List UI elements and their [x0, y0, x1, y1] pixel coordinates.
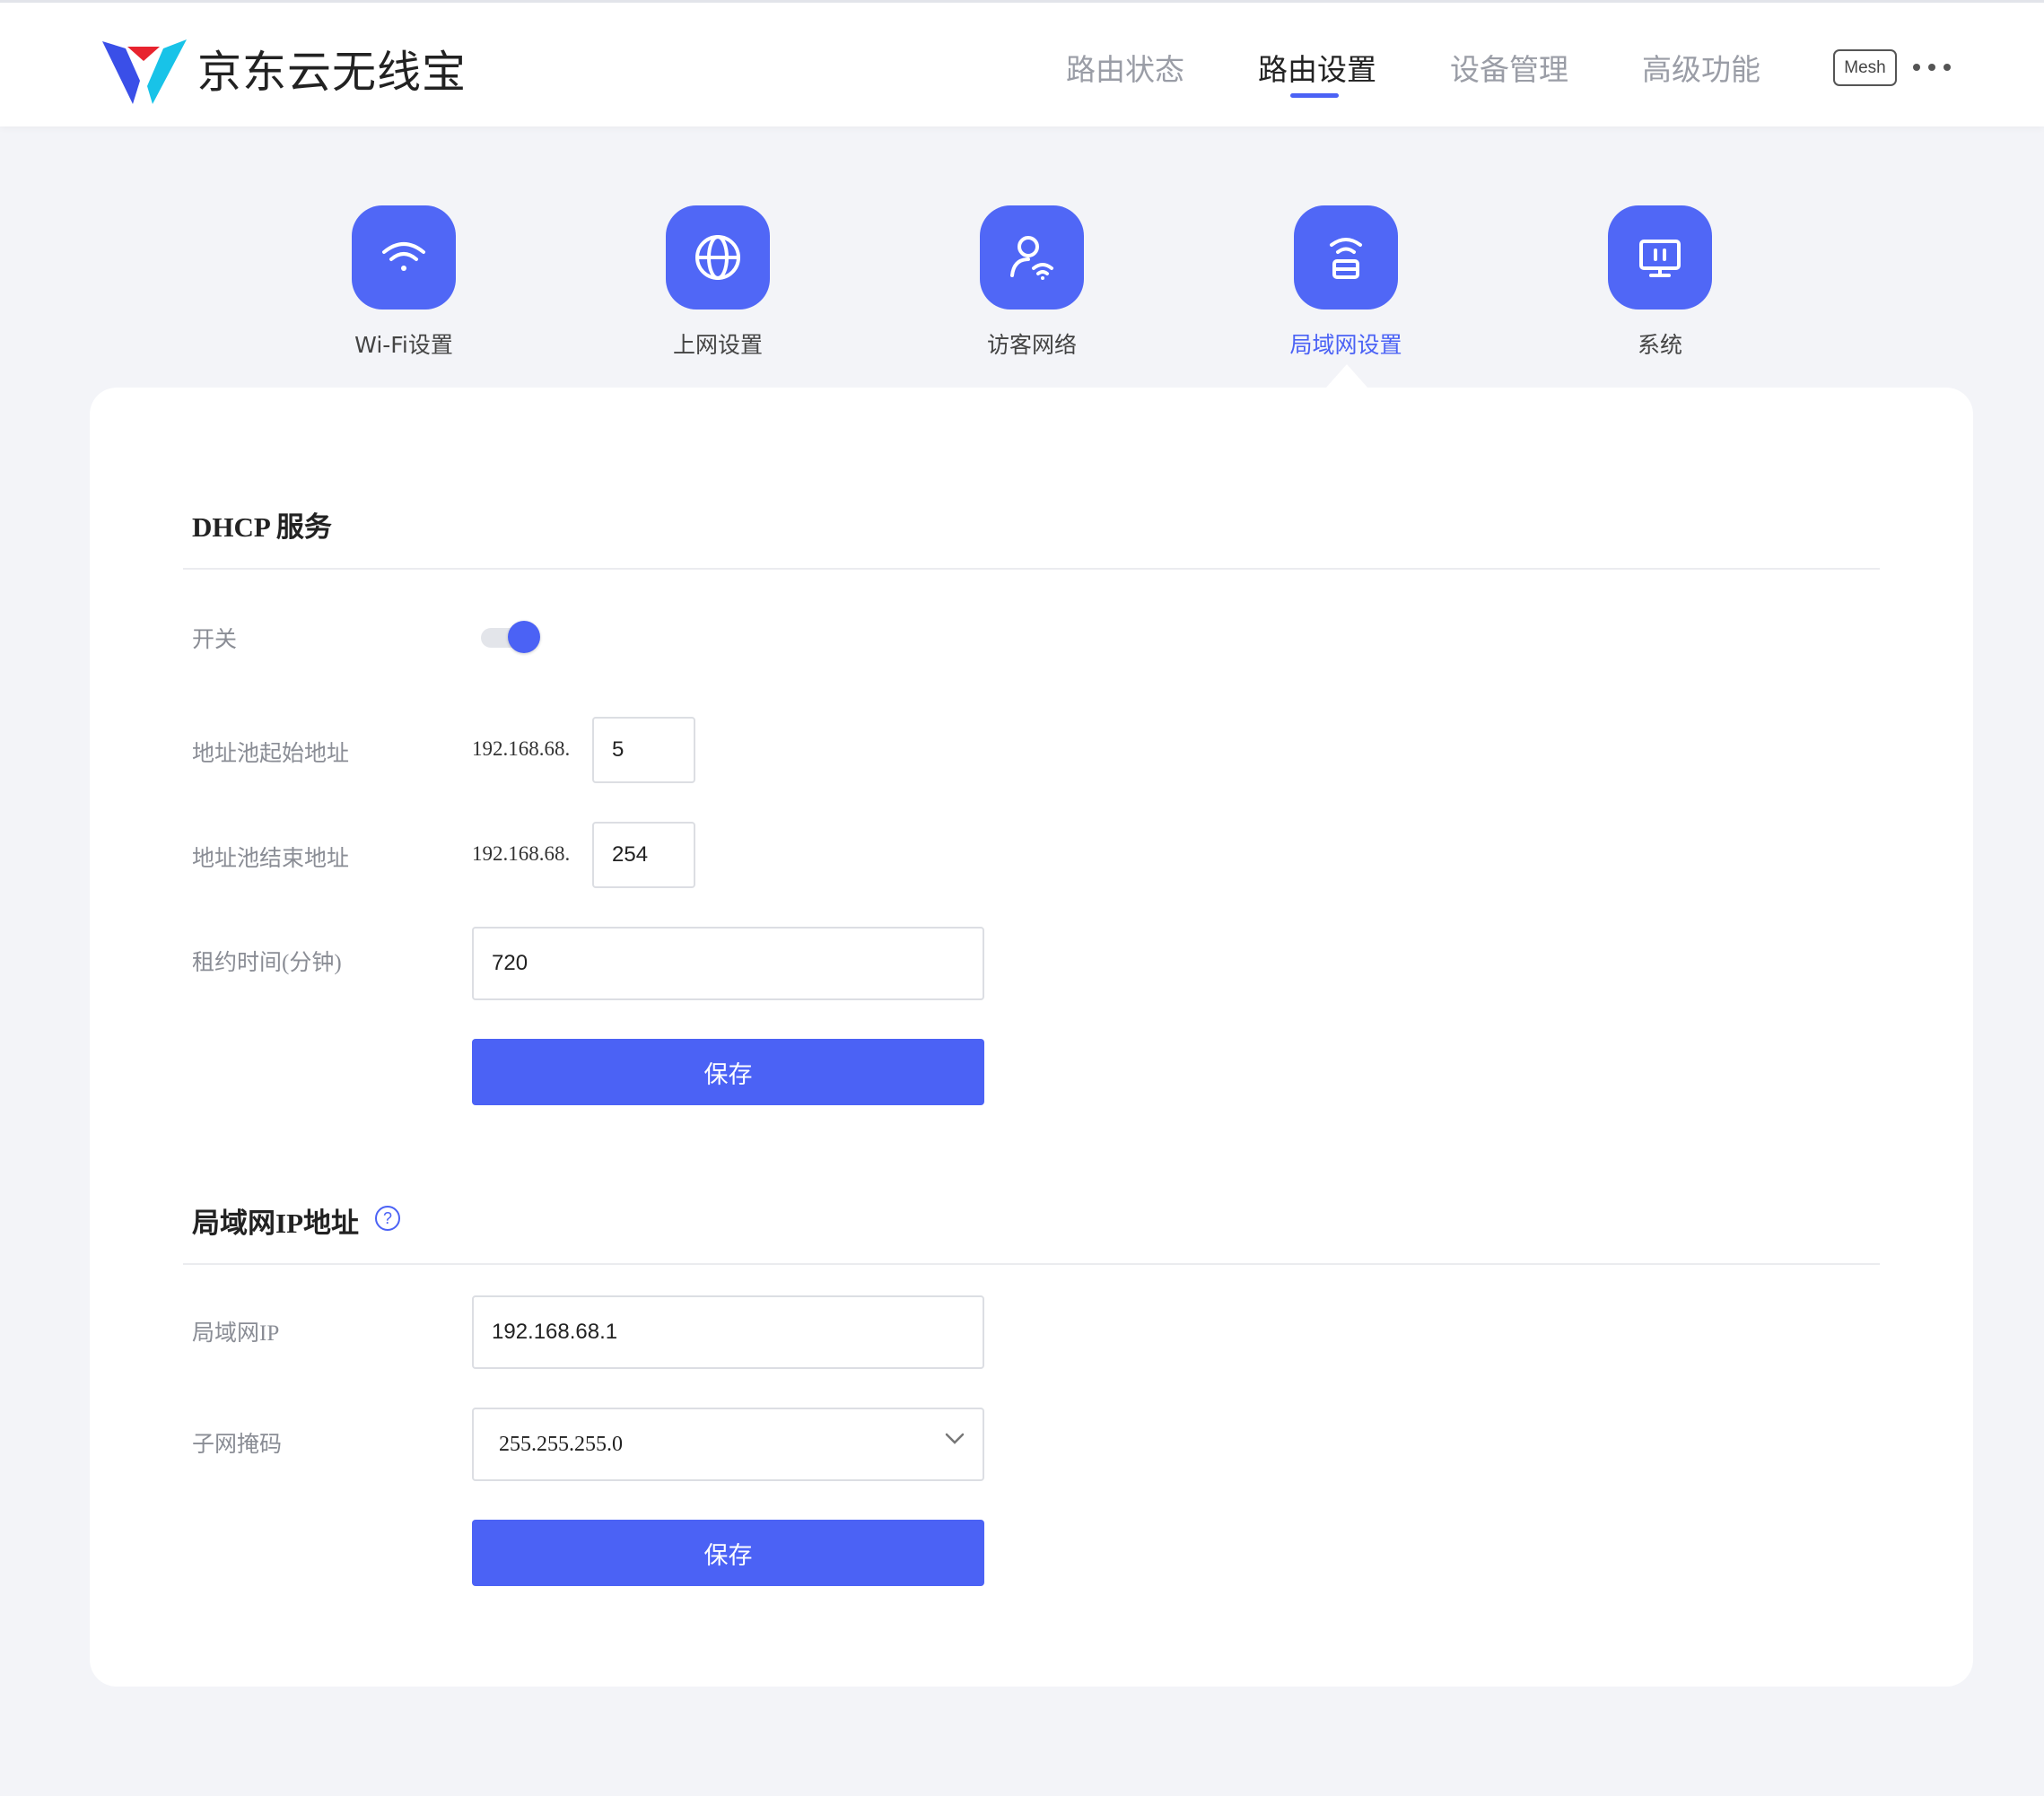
pool-end-label: 地址池结束地址	[192, 847, 350, 871]
category-label: 系统	[1637, 332, 1682, 358]
pool-start-prefix: 192.168.68.	[472, 737, 571, 760]
lease-time-label: 租约时间(分钟)	[192, 951, 342, 975]
category-label: 访客网络	[986, 332, 1077, 358]
dhcp-save-button[interactable]: 保存	[472, 1039, 984, 1105]
active-category-pointer	[1325, 364, 1368, 388]
top-header: 京东云无线宝 路由状态 路由设置 设备管理 高级功能 Mesh	[0, 0, 2044, 126]
category-label: 上网设置	[672, 332, 763, 358]
lan-ip-label: 局域网IP	[192, 1321, 280, 1346]
lan-section-title: 局域网IP地址	[192, 1208, 359, 1239]
nav-router-settings[interactable]: 路由设置	[1258, 46, 1376, 89]
category-internet-settings[interactable]: 上网设置	[628, 205, 808, 360]
section-divider	[183, 568, 1880, 570]
category-system[interactable]: 系统	[1570, 205, 1750, 360]
mesh-button[interactable]: Mesh	[1833, 49, 1897, 86]
dhcp-section-title: DHCP 服务	[192, 511, 332, 543]
subnet-mask-select[interactable]: 255.255.255.0	[472, 1408, 984, 1481]
monitor-icon	[1608, 205, 1712, 310]
subnet-mask-label: 子网掩码	[192, 1433, 283, 1457]
pool-end-prefix: 192.168.68.	[472, 842, 571, 865]
lan-ip-input[interactable]: 192.168.68.1	[472, 1295, 984, 1369]
pool-start-input[interactable]: 5	[592, 717, 695, 783]
pool-start-label: 地址池起始地址	[192, 742, 350, 766]
category-lan-settings[interactable]: 局域网设置	[1256, 205, 1436, 360]
globe-icon	[666, 205, 770, 310]
lan-save-button[interactable]: 保存	[472, 1520, 984, 1586]
jdcloud-logo-icon	[102, 39, 187, 104]
lease-time-input[interactable]: 720	[472, 927, 984, 1000]
dhcp-switch-toggle[interactable]	[481, 619, 542, 655]
category-guest-network[interactable]: 访客网络	[942, 205, 1122, 360]
brand-name: 京东云无线宝	[197, 47, 467, 98]
help-circle-icon[interactable]: ?	[375, 1206, 400, 1231]
pool-end-input[interactable]: 254	[592, 822, 695, 888]
dhcp-switch-label: 开关	[192, 628, 238, 652]
subnet-mask-value: 255.255.255.0	[499, 1432, 623, 1456]
category-label: Wi-Fi设置	[354, 332, 453, 358]
nav-advanced-features[interactable]: 高级功能	[1642, 46, 1760, 89]
nav-device-management[interactable]: 设备管理	[1450, 46, 1568, 89]
settings-card: DHCP 服务 开关 地址池起始地址 192.168.68. 5 地址池结束地址…	[90, 388, 1973, 1687]
guest-user-icon	[980, 205, 1084, 310]
wifi-icon	[352, 205, 456, 310]
router-icon	[1294, 205, 1398, 310]
category-wifi-settings[interactable]: Wi-Fi设置	[314, 205, 494, 360]
more-menu-icon[interactable]	[1913, 49, 1951, 85]
nav-active-indicator	[1290, 93, 1339, 98]
chevron-down-icon	[945, 1433, 965, 1444]
category-label: 局域网设置	[1289, 332, 1402, 358]
nav-router-status[interactable]: 路由状态	[1066, 46, 1184, 89]
section-divider	[183, 1263, 1880, 1265]
